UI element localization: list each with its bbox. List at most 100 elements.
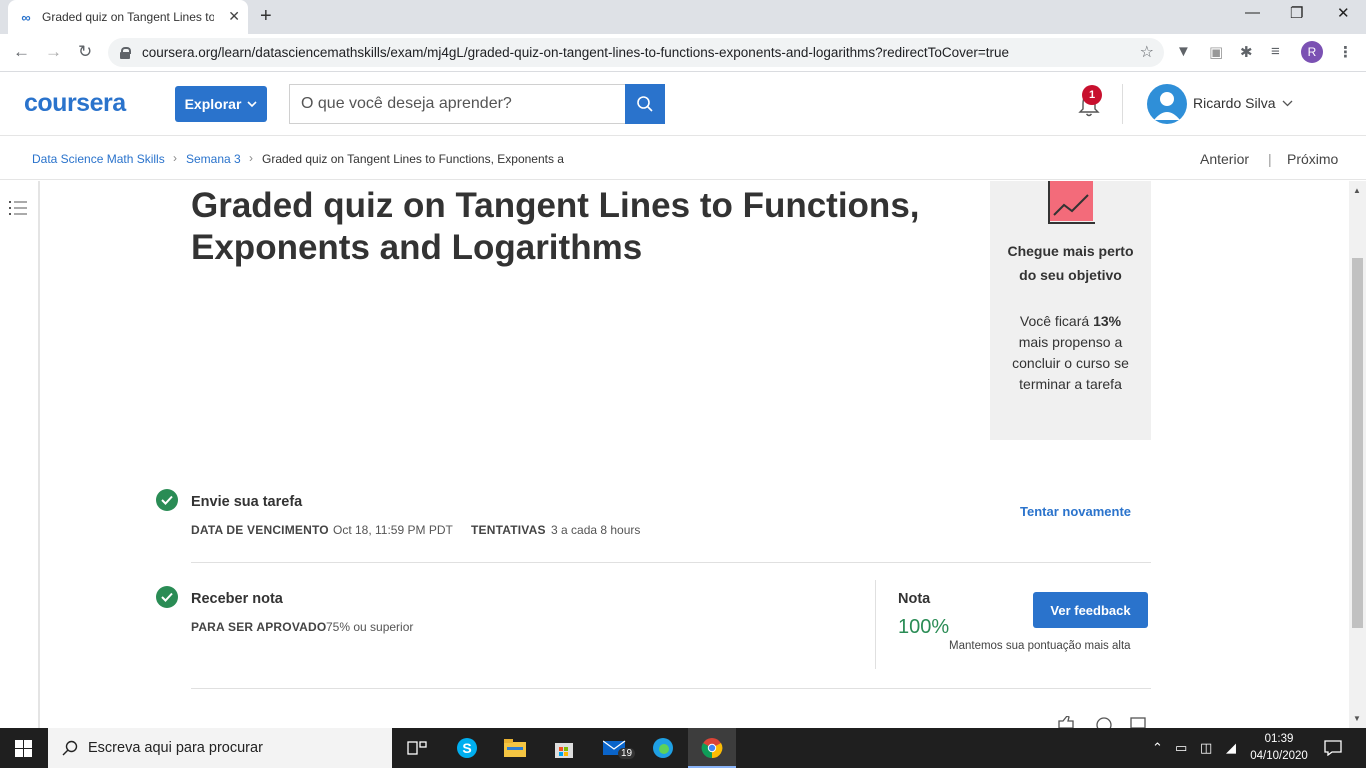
grade-label: Nota (898, 591, 931, 607)
extension-icon[interactable]: ▼ (1176, 43, 1191, 60)
volume-icon[interactable]: ◢ (1226, 740, 1236, 756)
scroll-up-icon[interactable]: ▲ (1353, 186, 1361, 195)
chevron-down-icon (247, 100, 257, 107)
url-text: coursera.org/learn/datasciencemathskills… (142, 45, 1010, 60)
breadcrumb-week[interactable]: Semana 3 (186, 152, 241, 166)
breadcrumb: Data Science Math Skills › Semana 3 › Gr… (0, 136, 1366, 180)
section-divider (191, 562, 1151, 563)
page-scrollbar[interactable]: ▲ ▼ (1349, 181, 1366, 728)
pass-value: 75% ou superior (326, 620, 414, 634)
like-icon[interactable] (1057, 716, 1075, 728)
mail-badge: 19 (618, 748, 636, 759)
user-menu-chevron-icon[interactable] (1282, 100, 1293, 107)
search-icon (637, 96, 653, 112)
chrome-taskbar-button[interactable] (688, 728, 736, 768)
breadcrumb-current: Graded quiz on Tangent Lines to Function… (262, 152, 564, 166)
windows-taskbar: Escreva aqui para procurar S 19 ⌃ ▭ ◫ ◢ … (0, 728, 1366, 768)
media-icon[interactable]: ≡ (1271, 43, 1280, 60)
due-date-value: Oct 18, 11:59 PM PDT (333, 523, 453, 537)
taskbar-search-placeholder: Escreva aqui para procurar (88, 740, 263, 756)
site-header: coursera Explorar O que você deseja apre… (0, 72, 1366, 136)
lock-icon[interactable] (120, 47, 131, 59)
search-placeholder: O que você deseja aprender? (301, 95, 512, 112)
svg-text:S: S (462, 740, 471, 756)
close-tab-icon[interactable]: ✕ (228, 8, 240, 25)
store-icon[interactable] (552, 736, 576, 760)
extensions-icon[interactable]: ✱ (1240, 43, 1253, 61)
next-link[interactable]: Próximo (1287, 151, 1338, 167)
page-title: Graded quiz on Tangent Lines to Function… (191, 186, 920, 267)
grade-divider (875, 580, 876, 669)
forward-icon[interactable]: → (45, 42, 62, 62)
profile-avatar[interactable]: R (1301, 41, 1323, 63)
grade-check-icon (156, 586, 178, 608)
close-window-icon[interactable]: ✕ (1337, 4, 1350, 22)
section-divider-bottom (191, 688, 1151, 689)
restore-icon[interactable]: ❐ (1290, 4, 1303, 22)
battery-icon[interactable]: ▭ (1175, 740, 1187, 756)
extension-icon-2[interactable]: ▣ (1209, 43, 1223, 61)
coursera-logo[interactable]: coursera (24, 89, 126, 118)
task-view-icon[interactable] (405, 736, 429, 760)
notifications-icon[interactable] (1324, 740, 1342, 756)
attempts-value: 3 a cada 8 hours (551, 523, 641, 537)
outline-list-icon[interactable] (9, 200, 27, 216)
clock-time: 01:39 (1264, 733, 1294, 745)
skype-icon[interactable]: S (455, 736, 479, 760)
notification-badge: 1 (1082, 85, 1102, 105)
grade-note: Mantemos sua pontuação mais alta (949, 640, 1131, 652)
browser-tab-strip: ∞ Graded quiz on Tangent Lines to Functi… (0, 0, 1366, 34)
minimize-icon[interactable]: — (1245, 4, 1260, 21)
dislike-icon[interactable] (1095, 716, 1113, 728)
user-name[interactable]: Ricardo Silva (1193, 95, 1275, 111)
address-bar[interactable]: coursera.org/learn/datasciencemathskills… (108, 38, 1164, 67)
explore-button[interactable]: Explorar (175, 86, 267, 122)
nav-divider: | (1268, 151, 1272, 167)
file-explorer-icon[interactable] (503, 736, 527, 760)
breadcrumb-chevron-icon: › (249, 151, 253, 165)
tab-title: Graded quiz on Tangent Lines to Function… (42, 10, 214, 24)
search-button[interactable] (625, 84, 665, 124)
tray-chevron-icon[interactable]: ⌃ (1152, 740, 1163, 756)
breadcrumb-chevron-icon: › (173, 151, 177, 165)
goal-heading: Chegue mais perto do seu objetivo (1007, 243, 1134, 283)
search-icon (62, 740, 78, 756)
user-avatar[interactable] (1147, 84, 1187, 124)
clock-date: 04/10/2020 (1250, 750, 1308, 762)
new-tab-icon[interactable]: + (260, 5, 272, 28)
goal-card: Chegue mais perto do seu objetivo Você f… (990, 181, 1151, 440)
reload-icon[interactable]: ↻ (78, 42, 92, 62)
menu-icon[interactable]: ⋮ (1338, 43, 1353, 61)
windows-start-icon[interactable] (15, 740, 32, 757)
scroll-down-icon[interactable]: ▼ (1353, 714, 1361, 723)
grade-step-title: Receber nota (191, 591, 283, 607)
browser-toolbar: ← → ↻ coursera.org/learn/datasciencemath… (0, 34, 1366, 72)
grade-value: 100% (898, 616, 950, 638)
taskbar-clock[interactable]: 01:39 04/10/2020 (1247, 731, 1311, 765)
retry-link[interactable]: Tentar novamente (1020, 504, 1131, 519)
submit-check-icon (156, 489, 178, 511)
back-icon[interactable]: ← (13, 42, 30, 62)
scroll-thumb[interactable] (1352, 258, 1363, 628)
user-icon (1154, 92, 1180, 120)
network-icon[interactable]: ◫ (1200, 740, 1212, 756)
goal-text: Você ficará 13% mais propenso a concluir… (1012, 313, 1129, 392)
coursera-favicon-icon: ∞ (21, 9, 31, 25)
trend-chart-icon (1048, 181, 1095, 224)
previous-link[interactable]: Anterior (1200, 151, 1249, 167)
pass-label: PARA SER APROVADO (191, 620, 327, 634)
view-feedback-button[interactable]: Ver feedback (1033, 592, 1148, 628)
due-date-label: DATA DE VENCIMENTO (191, 523, 329, 537)
chrome-icon (701, 738, 723, 759)
submit-step-title: Envie sua tarefa (191, 494, 303, 510)
sidebar-toggle (0, 181, 40, 728)
search-input[interactable]: O que você deseja aprender? (289, 84, 625, 124)
breadcrumb-course[interactable]: Data Science Math Skills (32, 152, 165, 166)
explore-label: Explorar (184, 96, 242, 112)
flag-icon[interactable] (1130, 717, 1146, 728)
goal-percent: 13% (1093, 313, 1122, 329)
browser-tab[interactable]: ∞ Graded quiz on Tangent Lines to Functi… (8, 0, 248, 34)
taskbar-search-input[interactable]: Escreva aqui para procurar (48, 728, 392, 768)
star-icon[interactable]: ☆ (1140, 42, 1154, 62)
edge-icon[interactable] (651, 736, 675, 760)
